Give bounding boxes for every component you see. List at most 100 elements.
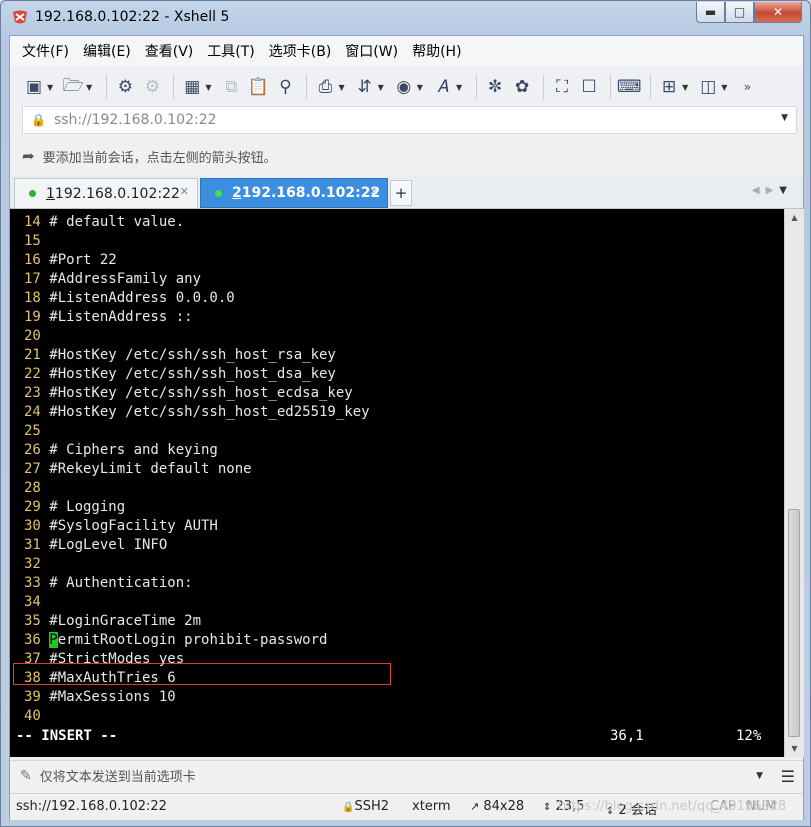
tab-navigation[interactable]: ◀▶▼ [752,185,793,196]
lock-icon: 🔒 [342,802,355,813]
line-number: 20 [24,328,41,344]
tab-session-1[interactable]: 1 192.168.0.102:22 ✕ [14,178,198,208]
scrollbar-thumb[interactable] [788,509,800,737]
hamburger-menu-icon[interactable]: ☰ [781,767,795,786]
toolbar-divider [543,75,545,99]
new-session-icon[interactable]: ▣ [22,75,46,99]
hint-text: 要添加当前会话，点击左侧的箭头按钮。 [42,150,277,166]
address-bar[interactable]: 🔒 ssh://192.168.0.102:22 ▼ [22,106,797,134]
line-number: 35 [24,613,41,629]
menu-tools[interactable]: 工具(T) [207,41,254,61]
lock-icon[interactable]: ☐ [577,75,601,99]
line-number: 31 [24,537,41,553]
terminal-line: 19 #ListenAddress :: [24,308,193,327]
line-number: 25 [24,423,41,439]
disconnect-icon[interactable]: ⚙ [140,75,164,99]
tab-label: 192.168.0.102:22 [241,185,381,201]
close-tab-icon[interactable]: ✕ [370,185,379,198]
xmanager-icon[interactable]: ✿ [510,75,534,99]
font-icon[interactable]: 𝐴 [431,75,455,99]
text-cursor: P [49,632,58,648]
fullscreen-icon[interactable]: ⛶ [550,75,574,99]
transfer-icon[interactable]: ⇵ [353,75,377,99]
globe-icon[interactable]: ◉ [392,75,416,99]
xftp-icon[interactable]: ✼ [483,75,507,99]
line-number: 26 [24,442,41,458]
status-protocol-label: SSH2 [354,799,390,814]
properties-icon[interactable]: ▦ [180,75,204,99]
line-number: 27 [24,461,41,477]
terminal-line: 25 [24,422,41,441]
status-protocol: 🔒SSH2 [342,799,389,814]
arrow-add-session-icon[interactable]: ➦ [22,147,35,165]
terminal-line: 22 #HostKey /etc/ssh/ssh_host_dsa_key [24,365,336,384]
open-dropdown-icon[interactable]: ▼ [86,83,92,92]
address-input[interactable]: ssh://192.168.0.102:22 [54,112,217,128]
terminal-line: 27 #RekeyLimit default none [24,460,252,479]
add-compose-icon[interactable]: ⊞ [657,75,681,99]
toolbar: ▣ ▼ 🗁 ▼ ⚙ ⚙ ▦ ▼ ⧉ 📋 ⚲ ⎙ ▼ ⇵ ▼ ◉ ▼ 𝐴 ▼ ✼ ✿ ⛶ ☐ ⌨… [10,67,803,107]
keyboard-icon[interactable]: ⌨ [617,75,642,99]
compose-dropdown-icon[interactable]: ▼ [682,83,688,92]
terminal-line: 21 #HostKey /etc/ssh/ssh_host_rsa_key [24,346,336,365]
session-hint-bar: ➦ 要添加当前会话，点击左侧的箭头按钮。 [10,140,803,172]
print-icon[interactable]: ⎙ [313,75,337,99]
window-controls: ▬ □ ✕ [696,2,802,24]
menu-help[interactable]: 帮助(H) [412,41,461,61]
tab-session-2[interactable]: 2 192.168.0.102:22 ✕ [200,178,388,208]
toolbar-divider [610,75,612,99]
tab-number: 2 [232,185,242,201]
close-button[interactable]: ✕ [754,2,802,23]
address-dropdown-icon[interactable]: ▼ [781,113,788,123]
status-size-label: 84x28 [483,799,525,814]
line-number: 36 [24,632,41,648]
copy-icon[interactable]: ⧉ [219,75,243,99]
new-tab-button[interactable]: + [390,180,412,206]
menu-edit[interactable]: 编辑(E) [83,41,131,61]
menu-file[interactable]: 文件(F) [22,41,69,61]
line-number: 28 [24,480,41,496]
toolbar-divider [173,75,175,99]
maximize-button[interactable]: □ [725,2,754,23]
compose-dropdown-icon[interactable]: ▼ [756,771,763,781]
title-bar[interactable]: 192.168.0.102:22 - Xshell 5 ▬ □ ✕ [1,1,810,35]
connect-icon[interactable]: ⚙ [113,75,137,99]
resize-icon: ↗ [470,800,480,813]
scroll-up-icon[interactable]: ▲ [785,209,804,226]
tab-label: 192.168.0.102:22 [54,185,180,202]
vim-cursor-position: 36,1 [610,728,644,744]
print-dropdown-icon[interactable]: ▼ [338,83,344,92]
terminal-line: 30 #SyslogFacility AUTH [24,517,218,536]
watermark: https://blog.csdn.net/qq_43196028 [558,799,787,814]
vim-scroll-percent: 12% [736,728,762,744]
line-text: #HostKey /etc/ssh/ssh_host_dsa_key [40,366,336,382]
scroll-down-icon[interactable]: ▼ [785,740,804,757]
status-host: ssh://192.168.0.102:22 [16,799,167,814]
compose-input[interactable]: 仅将文本发送到当前选项卡 [40,766,196,785]
open-folder-icon[interactable]: 🗁 [61,75,85,99]
new-session-dropdown-icon[interactable]: ▼ [47,83,53,92]
paste-icon[interactable]: 📋 [246,75,270,99]
transfer-dropdown-icon[interactable]: ▼ [378,83,384,92]
close-tab-icon[interactable]: ✕ [180,185,189,198]
globe-dropdown-icon[interactable]: ▼ [417,83,423,92]
menu-view[interactable]: 查看(V) [145,41,194,61]
font-dropdown-icon[interactable]: ▼ [456,83,462,92]
layout-dropdown-icon[interactable]: ▼ [721,83,727,92]
compose-bar[interactable]: ✎ 仅将文本发送到当前选项卡 ▼ ☰ [10,760,803,790]
terminal-scrollbar[interactable]: ▲ ▼ [784,209,804,757]
layout-icon[interactable]: ◫ [696,75,720,99]
line-number: 14 [24,214,41,230]
client-area: 文件(F) 编辑(E) 查看(V) 工具(T) 选项卡(B) 窗口(W) 帮助(… [9,35,804,820]
toolbar-overflow-icon[interactable]: » [735,75,759,99]
find-icon[interactable]: ⚲ [273,75,297,99]
properties-dropdown-icon[interactable]: ▼ [205,83,211,92]
minimize-button[interactable]: ▬ [696,2,725,23]
line-text: # default value. [40,214,185,230]
menu-tabs[interactable]: 选项卡(B) [269,41,332,61]
line-number: 15 [24,233,41,249]
terminal-screen[interactable]: -- INSERT -- 36,1 12% 14 # default value… [10,209,784,757]
line-number: 38 [24,670,41,686]
menu-window[interactable]: 窗口(W) [345,41,398,61]
tab-number: 1 [46,185,55,202]
